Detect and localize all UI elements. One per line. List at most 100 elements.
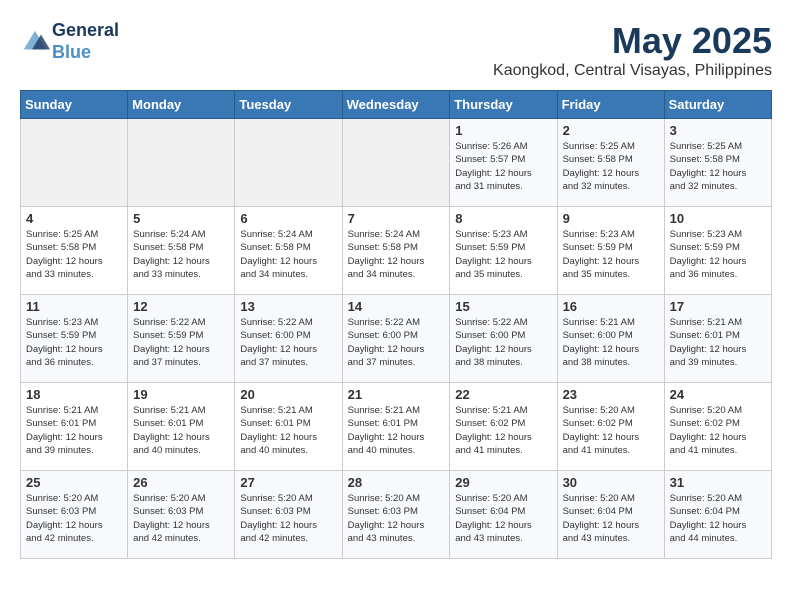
calendar-cell: 31 Sunrise: 5:20 AM Sunset: 6:04 PM Dayli… <box>664 471 771 559</box>
calendar-cell: 10 Sunrise: 5:23 AM Sunset: 5:59 PM Dayli… <box>664 207 771 295</box>
calendar-cell: 27Sunrise: 5:20 AM Sunset: 6:03 PM Dayli… <box>235 471 342 559</box>
day-number: 15 <box>455 299 551 314</box>
weekday-header-thursday: Thursday <box>450 91 557 119</box>
day-info: Sunrise: 5:20 AM Sunset: 6:04 PM Dayligh… <box>670 492 766 545</box>
day-info: Sunrise: 5:21 AM Sunset: 6:01 PM Dayligh… <box>26 404 122 457</box>
calendar-week-row: 25 Sunrise: 5:20 AM Sunset: 6:03 PM Dayli… <box>21 471 772 559</box>
calendar-cell: 21Sunrise: 5:21 AM Sunset: 6:01 PM Dayli… <box>342 383 450 471</box>
page-header: General Blue May 2025 Kaongkod, Central … <box>20 20 772 80</box>
day-number: 28 <box>348 475 445 490</box>
day-number: 10 <box>670 211 766 226</box>
weekday-header-wednesday: Wednesday <box>342 91 450 119</box>
logo-icon <box>20 27 50 57</box>
calendar-table: SundayMondayTuesdayWednesdayThursdayFrid… <box>20 90 772 559</box>
day-info: Sunrise: 5:25 AM Sunset: 5:58 PM Dayligh… <box>563 140 659 193</box>
day-number: 13 <box>240 299 336 314</box>
day-info: Sunrise: 5:21 AM Sunset: 6:02 PM Dayligh… <box>455 404 551 457</box>
day-info: Sunrise: 5:21 AM Sunset: 6:01 PM Dayligh… <box>133 404 229 457</box>
day-info: Sunrise: 5:25 AM Sunset: 5:58 PM Dayligh… <box>670 140 766 193</box>
calendar-cell <box>21 119 128 207</box>
day-number: 4 <box>26 211 122 226</box>
calendar-cell: 18 Sunrise: 5:21 AM Sunset: 6:01 PM Dayli… <box>21 383 128 471</box>
calendar-cell: 22Sunrise: 5:21 AM Sunset: 6:02 PM Dayli… <box>450 383 557 471</box>
day-info: Sunrise: 5:23 AM Sunset: 5:59 PM Dayligh… <box>455 228 551 281</box>
day-info: Sunrise: 5:20 AM Sunset: 6:03 PM Dayligh… <box>240 492 336 545</box>
day-number: 9 <box>563 211 659 226</box>
calendar-cell: 16 Sunrise: 5:21 AM Sunset: 6:00 PM Dayli… <box>557 295 664 383</box>
calendar-cell: 5Sunrise: 5:24 AM Sunset: 5:58 PM Daylig… <box>128 207 235 295</box>
day-number: 23 <box>563 387 659 402</box>
day-number: 12 <box>133 299 229 314</box>
day-number: 3 <box>670 123 766 138</box>
day-info: Sunrise: 5:24 AM Sunset: 5:58 PM Dayligh… <box>240 228 336 281</box>
day-info: Sunrise: 5:20 AM Sunset: 6:03 PM Dayligh… <box>348 492 445 545</box>
day-number: 19 <box>133 387 229 402</box>
logo: General Blue <box>20 20 119 63</box>
day-number: 8 <box>455 211 551 226</box>
day-number: 21 <box>348 387 445 402</box>
calendar-cell: 6 Sunrise: 5:24 AM Sunset: 5:58 PM Daylig… <box>235 207 342 295</box>
calendar-cell: 11Sunrise: 5:23 AM Sunset: 5:59 PM Dayli… <box>21 295 128 383</box>
calendar-cell <box>128 119 235 207</box>
calendar-cell: 30 Sunrise: 5:20 AM Sunset: 6:04 PM Dayli… <box>557 471 664 559</box>
day-info: Sunrise: 5:22 AM Sunset: 6:00 PM Dayligh… <box>348 316 445 369</box>
weekday-header-monday: Monday <box>128 91 235 119</box>
day-info: Sunrise: 5:20 AM Sunset: 6:03 PM Dayligh… <box>26 492 122 545</box>
weekday-header-sunday: Sunday <box>21 91 128 119</box>
logo-line1: General <box>52 20 119 42</box>
weekday-header-tuesday: Tuesday <box>235 91 342 119</box>
calendar-cell: 17 Sunrise: 5:21 AM Sunset: 6:01 PM Dayli… <box>664 295 771 383</box>
calendar-week-row: 4 Sunrise: 5:25 AM Sunset: 5:58 PM Daylig… <box>21 207 772 295</box>
day-info: Sunrise: 5:21 AM Sunset: 6:01 PM Dayligh… <box>670 316 766 369</box>
day-info: Sunrise: 5:22 AM Sunset: 6:00 PM Dayligh… <box>240 316 336 369</box>
day-number: 7 <box>348 211 445 226</box>
day-info: Sunrise: 5:20 AM Sunset: 6:02 PM Dayligh… <box>563 404 659 457</box>
calendar-cell: 9 Sunrise: 5:23 AM Sunset: 5:59 PM Daylig… <box>557 207 664 295</box>
day-number: 6 <box>240 211 336 226</box>
day-info: Sunrise: 5:20 AM Sunset: 6:02 PM Dayligh… <box>670 404 766 457</box>
calendar-cell: 1Sunrise: 5:26 AM Sunset: 5:57 PM Daylig… <box>450 119 557 207</box>
weekday-header-friday: Friday <box>557 91 664 119</box>
day-info: Sunrise: 5:22 AM Sunset: 6:00 PM Dayligh… <box>455 316 551 369</box>
day-number: 18 <box>26 387 122 402</box>
day-number: 31 <box>670 475 766 490</box>
day-number: 2 <box>563 123 659 138</box>
day-number: 16 <box>563 299 659 314</box>
day-info: Sunrise: 5:23 AM Sunset: 5:59 PM Dayligh… <box>563 228 659 281</box>
day-number: 26 <box>133 475 229 490</box>
calendar-week-row: 1Sunrise: 5:26 AM Sunset: 5:57 PM Daylig… <box>21 119 772 207</box>
calendar-cell: 12 Sunrise: 5:22 AM Sunset: 5:59 PM Dayli… <box>128 295 235 383</box>
calendar-cell: 28 Sunrise: 5:20 AM Sunset: 6:03 PM Dayli… <box>342 471 450 559</box>
day-number: 24 <box>670 387 766 402</box>
calendar-cell: 19 Sunrise: 5:21 AM Sunset: 6:01 PM Dayli… <box>128 383 235 471</box>
calendar-week-row: 18 Sunrise: 5:21 AM Sunset: 6:01 PM Dayli… <box>21 383 772 471</box>
calendar-week-row: 11Sunrise: 5:23 AM Sunset: 5:59 PM Dayli… <box>21 295 772 383</box>
calendar-cell: 15 Sunrise: 5:22 AM Sunset: 6:00 PM Dayli… <box>450 295 557 383</box>
calendar-cell: 13 Sunrise: 5:22 AM Sunset: 6:00 PM Dayli… <box>235 295 342 383</box>
calendar-cell: 3 Sunrise: 5:25 AM Sunset: 5:58 PM Daylig… <box>664 119 771 207</box>
day-number: 5 <box>133 211 229 226</box>
day-number: 11 <box>26 299 122 314</box>
day-number: 17 <box>670 299 766 314</box>
day-info: Sunrise: 5:20 AM Sunset: 6:04 PM Dayligh… <box>563 492 659 545</box>
day-info: Sunrise: 5:26 AM Sunset: 5:57 PM Dayligh… <box>455 140 551 193</box>
month-title: May 2025 <box>493 20 772 62</box>
calendar-cell <box>235 119 342 207</box>
calendar-cell: 29Sunrise: 5:20 AM Sunset: 6:04 PM Dayli… <box>450 471 557 559</box>
day-info: Sunrise: 5:21 AM Sunset: 6:01 PM Dayligh… <box>240 404 336 457</box>
weekday-header-saturday: Saturday <box>664 91 771 119</box>
day-number: 30 <box>563 475 659 490</box>
calendar-cell <box>342 119 450 207</box>
day-info: Sunrise: 5:22 AM Sunset: 5:59 PM Dayligh… <box>133 316 229 369</box>
title-block: May 2025 Kaongkod, Central Visayas, Phil… <box>493 20 772 80</box>
calendar-cell: 26Sunrise: 5:20 AM Sunset: 6:03 PM Dayli… <box>128 471 235 559</box>
calendar-cell: 14 Sunrise: 5:22 AM Sunset: 6:00 PM Dayli… <box>342 295 450 383</box>
day-info: Sunrise: 5:21 AM Sunset: 6:00 PM Dayligh… <box>563 316 659 369</box>
location-title: Kaongkod, Central Visayas, Philippines <box>493 62 772 80</box>
logo-line2: Blue <box>52 42 119 64</box>
day-info: Sunrise: 5:25 AM Sunset: 5:58 PM Dayligh… <box>26 228 122 281</box>
day-info: Sunrise: 5:23 AM Sunset: 5:59 PM Dayligh… <box>670 228 766 281</box>
day-number: 25 <box>26 475 122 490</box>
day-number: 14 <box>348 299 445 314</box>
day-number: 20 <box>240 387 336 402</box>
